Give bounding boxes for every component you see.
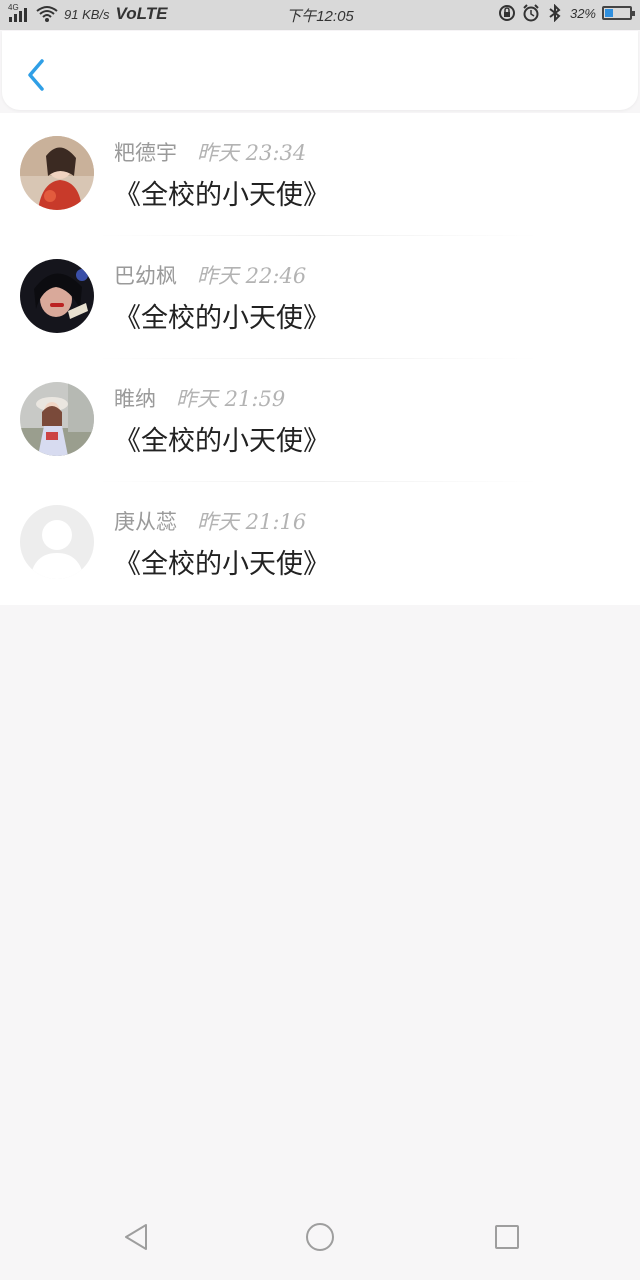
commenter-name[interactable]: 睢纳 bbox=[114, 387, 156, 411]
triangle-back-icon[interactable] bbox=[120, 1221, 152, 1253]
alarm-icon bbox=[523, 4, 539, 22]
header-bar bbox=[2, 31, 638, 110]
comment-time: 昨天 23:34 bbox=[197, 141, 307, 165]
avatar[interactable] bbox=[20, 259, 94, 333]
square-recents-icon[interactable] bbox=[491, 1221, 523, 1253]
comment-text: 《全校的小天使》 bbox=[114, 549, 330, 580]
list-item[interactable]: 庚从蕊 昨天 21:16 《全校的小天使》 bbox=[0, 482, 640, 605]
battery-percent: 32% bbox=[569, 5, 596, 21]
comment-meta: 庚从蕊 昨天 21:16 bbox=[114, 506, 306, 536]
comment-text: 《全校的小天使》 bbox=[114, 180, 330, 211]
comment-meta: 巴幼枫 昨天 22:46 bbox=[114, 260, 306, 290]
avatar[interactable] bbox=[20, 382, 94, 456]
list-item[interactable]: 巴幼枫 昨天 22:46 《全校的小天使》 bbox=[0, 236, 640, 359]
comment-meta: 睢纳 昨天 21:59 bbox=[114, 383, 285, 413]
back-button[interactable] bbox=[22, 57, 50, 93]
commenter-name[interactable]: 粑德宇 bbox=[114, 141, 177, 165]
status-right: 32% bbox=[498, 4, 635, 22]
comment-meta: 粑德宇 昨天 23:34 bbox=[114, 137, 306, 167]
comment-text: 《全校的小天使》 bbox=[114, 303, 330, 334]
comment-time: 昨天 22:46 bbox=[197, 264, 307, 288]
status-bar: 4G 91 KB/s VoLTE 下午12:05 32% bbox=[0, 0, 640, 30]
comment-time: 昨天 21:59 bbox=[176, 387, 286, 411]
avatar[interactable] bbox=[20, 136, 94, 210]
chevron-left-icon bbox=[28, 59, 44, 91]
list-item[interactable]: 睢纳 昨天 21:59 《全校的小天使》 bbox=[0, 359, 640, 482]
comment-list: 粑德宇 昨天 23:34 《全校的小天使》 巴幼枫 昨天 22:46 《全校的小天使… bbox=[0, 113, 640, 605]
system-nav-bar bbox=[0, 1195, 640, 1280]
rotation-lock-icon bbox=[498, 5, 515, 21]
commenter-name[interactable]: 巴幼枫 bbox=[114, 264, 177, 288]
default-avatar[interactable] bbox=[20, 505, 94, 579]
comment-text: 《全校的小天使》 bbox=[114, 426, 330, 457]
bluetooth-icon bbox=[549, 4, 561, 22]
commenter-name[interactable]: 庚从蕊 bbox=[114, 510, 177, 534]
list-item[interactable]: 粑德宇 昨天 23:34 《全校的小天使》 bbox=[0, 113, 640, 236]
circle-home-icon[interactable] bbox=[304, 1221, 336, 1253]
battery-icon bbox=[602, 6, 635, 20]
battery-fill bbox=[605, 9, 614, 17]
comment-time: 昨天 21:16 bbox=[197, 510, 307, 534]
